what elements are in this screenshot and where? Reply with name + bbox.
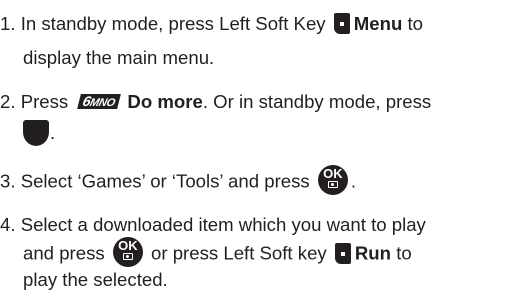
step-number: 2. [0, 91, 16, 112]
step-text: to [407, 13, 423, 34]
menu-label: Menu [353, 13, 403, 34]
ok-camera-key-icon: OK [112, 237, 143, 267]
do-more-label: Do more [127, 91, 203, 112]
navigation-down-key-icon [23, 120, 49, 147]
step-text: display the main menu. [23, 47, 215, 68]
step-text: Select a downloaded item which you want … [20, 214, 426, 235]
ok-camera-key-icon: OK [317, 165, 348, 195]
run-label: Run [354, 242, 392, 264]
step-text: Select ‘Games’ or ‘Tools’ and press [20, 170, 310, 192]
step-text: Press [20, 91, 69, 112]
step-text: . [50, 122, 56, 143]
step-text: to [396, 242, 412, 264]
step-text: In standby mode, press Left Soft Key [20, 13, 326, 34]
step-3: 3. Select ‘Games’ or ‘Tools’ and press O… [0, 165, 532, 195]
step-text: . [350, 170, 357, 192]
camera-icon [122, 253, 133, 260]
step-number: 4. [0, 214, 16, 235]
left-soft-key-icon [333, 13, 350, 35]
step-text: and press [23, 242, 105, 264]
key-6-mno-icon: 6MNO [77, 93, 122, 109]
step-1: 1. In standby mode, press Left Soft Key … [0, 9, 532, 72]
left-soft-key-icon [334, 242, 351, 264]
step-4: 4. Select a downloaded item which you wa… [0, 210, 532, 294]
step-text: play the selected. [23, 269, 168, 290]
step-text: . Or in standby mode, press [202, 91, 432, 112]
step-number: 1. [0, 13, 16, 34]
step-2: 2. Press 6MNO Do more. Or in standby mode… [0, 87, 532, 147]
step-text: or press Left Soft key [151, 242, 327, 264]
camera-icon [327, 181, 338, 188]
step-number: 3. [0, 170, 16, 192]
